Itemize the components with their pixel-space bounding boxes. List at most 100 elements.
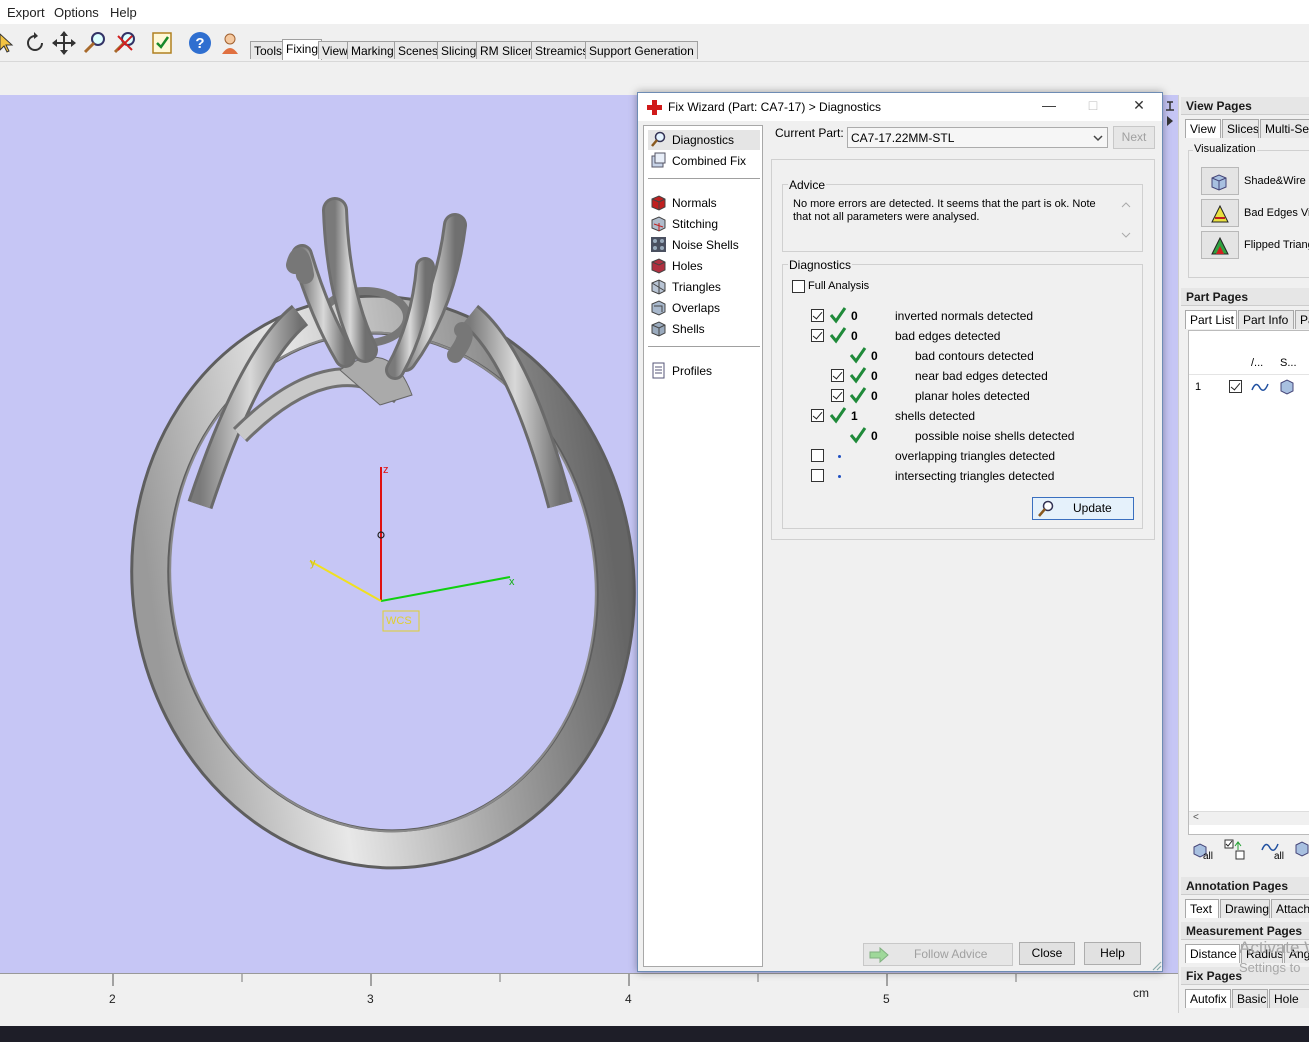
cube-icon [1211, 174, 1227, 191]
nav-item-combined-fix[interactable]: Combined Fix [648, 151, 760, 171]
tab-drawing[interactable]: Drawing [1220, 899, 1270, 918]
zoom-fit-icon[interactable] [112, 30, 138, 56]
diagnostic-checkbox[interactable] [811, 469, 824, 482]
toggle-checks-icon[interactable] [1223, 838, 1247, 862]
shade-wire-button[interactable] [1201, 167, 1239, 195]
part-pages-header[interactable]: Part Pages [1181, 288, 1309, 306]
nav-divider [648, 178, 760, 179]
nav-item-triangles[interactable]: Triangles [648, 277, 760, 297]
ruler-ticks [112, 974, 1017, 986]
tab-streamics[interactable]: Streamics [531, 41, 593, 59]
tab-attach[interactable]: Attach [1271, 899, 1309, 918]
nav-item-stitching[interactable]: Stitching [648, 214, 760, 234]
tab-slicing[interactable]: Slicing [437, 41, 481, 59]
magnifier-icon [651, 131, 666, 147]
magnifier-icon [1038, 500, 1054, 517]
menu-options[interactable]: Options [54, 5, 99, 20]
rotate-icon[interactable] [22, 30, 48, 56]
part-visible-checkbox[interactable] [1229, 380, 1242, 393]
next-button[interactable]: Next [1113, 126, 1155, 149]
tab-hole[interactable]: Hole [1269, 989, 1309, 1008]
select-icon[interactable] [0, 30, 20, 56]
diagnostic-checkbox[interactable] [811, 449, 824, 462]
advice-scrollbar[interactable] [1120, 199, 1132, 241]
full-analysis-checkbox[interactable] [792, 280, 805, 293]
menu-export[interactable]: Export [7, 5, 45, 20]
follow-advice-button[interactable]: Follow Advice [863, 943, 1013, 966]
diagnostic-count: 0 [871, 429, 878, 443]
current-part-value: CA7-17.22MM-STL [851, 131, 955, 145]
tab-autofix[interactable]: Autofix [1185, 989, 1231, 1008]
annotation-pages-header[interactable]: Annotation Pages [1181, 877, 1309, 895]
tab-fixing[interactable]: Fixing [282, 39, 323, 60]
zoom-icon[interactable] [82, 30, 108, 56]
maximize-icon[interactable]: □ [1078, 97, 1108, 117]
flipped-triangles-button[interactable] [1201, 231, 1239, 259]
tab-slices[interactable]: Slices [1222, 119, 1259, 138]
help-button[interactable]: Help [1084, 942, 1141, 965]
horizontal-scrollbar[interactable]: < [1189, 811, 1309, 825]
pan-icon[interactable] [51, 30, 77, 56]
tab-text[interactable]: Text [1185, 899, 1219, 918]
checklist-icon[interactable] [149, 30, 175, 56]
view-pages-header[interactable]: View Pages [1181, 97, 1309, 115]
scroll-left-icon[interactable]: < [1193, 812, 1199, 823]
tab-tools[interactable]: Tools [250, 41, 287, 59]
diagnostics-label: Diagnostics [788, 258, 853, 272]
profiles-icon [652, 362, 665, 379]
part-list-row[interactable]: 1 [1189, 377, 1309, 399]
tab-basic[interactable]: Basic [1232, 989, 1268, 1008]
minimize-icon[interactable]: — [1034, 97, 1064, 117]
close-button[interactable]: Close [1019, 942, 1075, 965]
column-header: S... [1280, 357, 1297, 369]
green-check-icon [849, 367, 867, 384]
tab-part-info[interactable]: Part Info [1238, 310, 1294, 329]
close-icon[interactable]: ✕ [1124, 97, 1154, 117]
part-list-header: /... S... [1189, 353, 1309, 375]
update-button[interactable]: Update [1032, 497, 1134, 520]
menu-help[interactable]: Help [110, 5, 137, 20]
diagnostic-count: 0 [871, 389, 878, 403]
ruler-unit: cm [1133, 986, 1149, 1000]
assistant-icon[interactable] [217, 30, 243, 56]
shade-wire-label: Shade&Wire [1244, 175, 1306, 187]
tab-multi-sect[interactable]: Multi-Sect [1260, 119, 1309, 138]
tab-marking[interactable]: Marking [347, 41, 398, 59]
diagnostic-count: 0 [871, 369, 878, 383]
help-icon[interactable]: ? [187, 30, 213, 56]
diagnostic-label: intersecting triangles detected [895, 469, 1055, 483]
nav-item-overlaps[interactable]: Overlaps [648, 298, 760, 318]
nav-item-normals[interactable]: Normals [648, 193, 760, 213]
nav-item-noise-shells[interactable]: Noise Shells [648, 235, 760, 255]
tab-part-more[interactable]: Pa [1295, 310, 1309, 329]
tab-rm-slicer[interactable]: RM Slicer [476, 41, 537, 59]
nav-item-holes[interactable]: Holes [648, 256, 760, 276]
bad-edges-button[interactable] [1201, 199, 1239, 227]
ruler-tick-label: 3 [367, 992, 374, 1006]
pin-icon[interactable] [1164, 100, 1176, 130]
normals-icon [651, 195, 666, 211]
tab-view-page[interactable]: View [1185, 119, 1221, 138]
cube-icon[interactable] [1279, 379, 1301, 395]
nav-item-shells[interactable]: Shells [648, 319, 760, 339]
ribbon-panel [0, 62, 1309, 94]
resize-grip-icon[interactable] [1150, 959, 1162, 971]
tab-part-list[interactable]: Part List [1185, 310, 1237, 329]
diagnostic-checkbox[interactable] [831, 389, 844, 402]
shade-all-icon[interactable] [1294, 840, 1309, 858]
tab-scenes[interactable]: Scenes [394, 41, 443, 59]
diagnostic-checkbox[interactable] [811, 409, 824, 422]
diagnostic-checkbox[interactable] [811, 329, 824, 342]
nav-item-profiles[interactable]: Profiles [648, 361, 760, 381]
wire-icon[interactable] [1251, 380, 1269, 394]
dialog-titlebar[interactable]: Fix Wizard (Part: CA7-17) > Diagnostics … [638, 93, 1162, 121]
diagnostic-checkbox[interactable] [831, 369, 844, 382]
diagnostic-checkbox[interactable] [811, 309, 824, 322]
tab-distance[interactable]: Distance [1185, 944, 1240, 963]
menu-bar: Export Options Help [0, 0, 1309, 24]
arrow-right-icon [869, 947, 889, 963]
nav-item-diagnostics[interactable]: Diagnostics [648, 130, 760, 150]
tab-support-generation[interactable]: Support Generation [585, 41, 698, 59]
advice-text: No more errors are detected. It seems th… [793, 198, 1096, 223]
current-part-select[interactable]: CA7-17.22MM-STL [847, 127, 1108, 148]
